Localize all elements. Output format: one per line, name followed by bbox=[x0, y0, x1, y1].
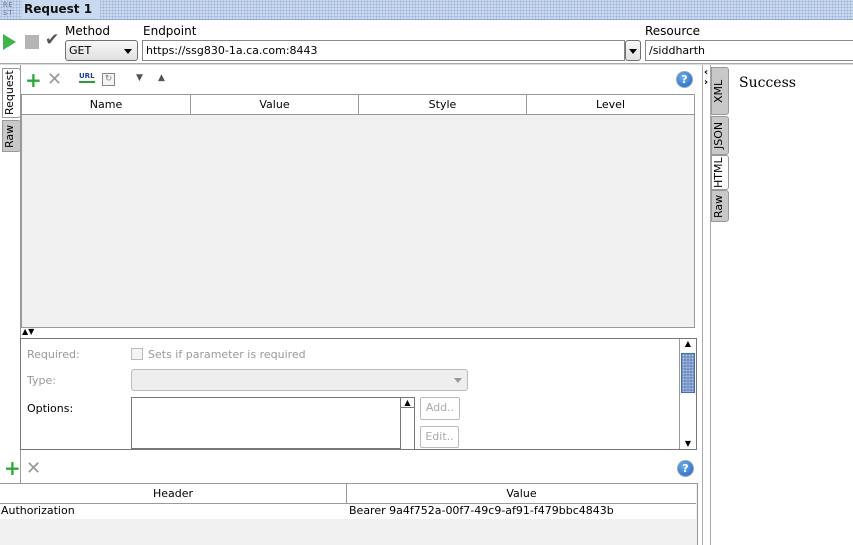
column-style[interactable]: Style bbox=[359, 95, 527, 115]
scroll-up-icon[interactable]: ▲ bbox=[680, 339, 696, 353]
required-checkbox[interactable] bbox=[131, 348, 143, 360]
scroll-up-icon[interactable]: ▲ bbox=[401, 398, 414, 408]
resource-input[interactable]: /siddharth bbox=[645, 40, 853, 61]
tab-html[interactable]: HTML bbox=[711, 155, 729, 190]
chevron-down-icon bbox=[629, 49, 637, 54]
splitter-arrows-icon[interactable]: ▲▼ bbox=[22, 327, 34, 336]
tab-xml[interactable]: XML bbox=[711, 67, 729, 115]
tab-raw-response[interactable]: Raw bbox=[711, 190, 729, 222]
help-icon[interactable]: ? bbox=[676, 71, 693, 88]
tab-raw[interactable]: Raw bbox=[2, 120, 21, 152]
type-label: Type: bbox=[27, 374, 56, 387]
add-param-icon[interactable]: + bbox=[25, 70, 42, 90]
header-value-cell[interactable]: Bearer 9a4f752a-00f7-49c9-af91-f479bbc48… bbox=[349, 504, 614, 517]
help-icon[interactable]: ? bbox=[677, 460, 694, 477]
method-label: Method bbox=[65, 24, 111, 38]
method-select[interactable]: GET bbox=[65, 40, 138, 61]
chevron-down-icon bbox=[124, 49, 132, 54]
move-down-icon[interactable]: ▼ bbox=[136, 73, 143, 83]
delete-header-icon[interactable]: ✕ bbox=[26, 460, 41, 478]
stop-icon[interactable] bbox=[25, 35, 39, 49]
url-params-icon[interactable]: URL bbox=[79, 72, 95, 83]
options-list[interactable]: ▲ bbox=[131, 397, 415, 449]
response-content: Success bbox=[739, 75, 796, 91]
tab-request[interactable]: Request bbox=[2, 68, 21, 118]
play-icon[interactable] bbox=[3, 34, 16, 50]
resource-label: Resource bbox=[645, 24, 701, 38]
response-splitter[interactable] bbox=[702, 65, 711, 545]
header-name-cell[interactable]: Authorization bbox=[1, 504, 75, 517]
divider bbox=[0, 63, 853, 65]
options-label: Options: bbox=[27, 402, 74, 415]
refresh-icon[interactable]: ↻ bbox=[102, 73, 115, 86]
required-checkbox-label: Sets if parameter is required bbox=[148, 348, 306, 361]
column-level[interactable]: Level bbox=[527, 95, 694, 115]
endpoint-label: Endpoint bbox=[143, 24, 197, 38]
edit-option-button[interactable]: Edit.. bbox=[420, 426, 459, 448]
delete-param-icon[interactable]: ✕ bbox=[47, 71, 62, 89]
check-icon[interactable]: ✔ bbox=[45, 30, 59, 50]
column-header[interactable]: Header bbox=[0, 484, 347, 504]
endpoint-input[interactable]: https://ssg830-1a.ca.com:8443 bbox=[142, 40, 625, 61]
add-header-icon[interactable]: + bbox=[4, 458, 21, 478]
column-name[interactable]: Name bbox=[22, 95, 191, 115]
add-option-button[interactable]: Add.. bbox=[420, 397, 460, 420]
required-label: Required: bbox=[27, 348, 80, 361]
detail-scrollbar[interactable]: ▲ ▼ bbox=[679, 339, 696, 449]
tab-json[interactable]: JSON bbox=[711, 116, 729, 155]
scroll-down-icon[interactable]: ▼ bbox=[680, 439, 696, 448]
options-scrollbar[interactable]: ▲ bbox=[400, 398, 414, 449]
window-title: Request 1 bbox=[22, 0, 101, 19]
headers-table: Header Value Authorization Bearer 9a4f75… bbox=[0, 483, 698, 545]
move-up-icon[interactable]: ▲ bbox=[158, 73, 165, 83]
column-value[interactable]: Value bbox=[191, 95, 359, 115]
scroll-thumb[interactable] bbox=[681, 353, 695, 393]
chevron-down-icon bbox=[454, 378, 462, 383]
rest-icon: RE ST bbox=[3, 1, 14, 17]
params-table: Name Value Style Level bbox=[21, 94, 695, 328]
column-value[interactable]: Value bbox=[347, 484, 696, 504]
method-value: GET bbox=[69, 44, 92, 57]
title-bar bbox=[0, 0, 853, 20]
endpoint-dropdown-button[interactable] bbox=[625, 40, 641, 61]
type-select[interactable] bbox=[131, 369, 468, 391]
table-row[interactable]: Authorization Bearer 9a4f752a-00f7-49c9-… bbox=[0, 504, 696, 519]
